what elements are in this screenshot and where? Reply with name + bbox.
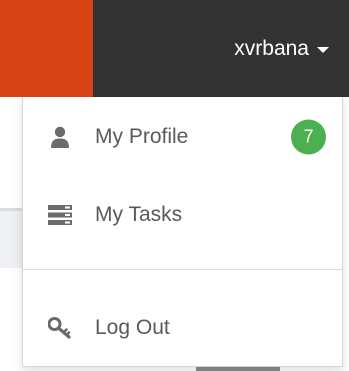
menu-item-my-profile[interactable]: My Profile 7 — [23, 107, 342, 167]
menu-item-label: My Tasks — [95, 203, 183, 226]
username-label: xvrbana — [234, 36, 309, 60]
user-icon — [47, 124, 73, 150]
tasks-icon — [47, 202, 73, 228]
menu-item-my-tasks[interactable]: My Tasks — [23, 185, 342, 245]
page: xvrbana My Profile 7 My Tasks Log Out — [0, 0, 349, 371]
user-dropdown-menu: My Profile 7 My Tasks Log Out — [22, 97, 343, 367]
menu-item-log-out[interactable]: Log Out — [23, 298, 342, 358]
brand-block[interactable] — [0, 0, 93, 97]
top-navbar: xvrbana — [0, 0, 349, 97]
key-icon — [47, 315, 73, 341]
user-menu-toggle[interactable]: xvrbana — [234, 0, 329, 97]
menu-item-label: Log Out — [95, 316, 170, 339]
menu-item-label: My Profile — [95, 125, 189, 148]
notification-badge: 7 — [291, 119, 326, 155]
menu-divider — [23, 269, 342, 270]
caret-down-icon — [317, 47, 329, 53]
